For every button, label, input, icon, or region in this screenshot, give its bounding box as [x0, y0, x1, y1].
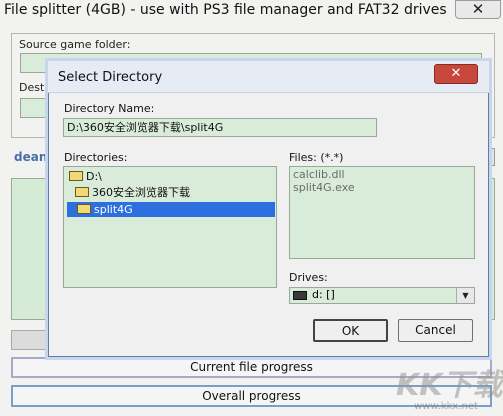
drives-label: Drives:: [289, 271, 328, 284]
window-close-button[interactable]: ✕: [455, 0, 501, 19]
files-label: Files: (*.*): [289, 151, 344, 164]
destination-input[interactable]: [20, 98, 50, 118]
directory-item-split4g[interactable]: split4G: [67, 202, 275, 217]
directory-item-downloads[interactable]: 360安全浏览器下载: [75, 185, 190, 200]
log-area: [11, 178, 51, 320]
directory-name-input[interactable]: D:\360安全浏览器下载\split4G: [63, 118, 377, 137]
window-title: File splitter (4GB) - use with PS3 file …: [4, 2, 447, 18]
watermark-logo: KK下载: [396, 368, 503, 403]
open-folder-icon: [75, 187, 89, 197]
dialog-close-button[interactable]: ✕: [434, 64, 478, 84]
drive-value: d: []: [312, 288, 335, 301]
dialog-title: Select Directory: [58, 70, 163, 85]
directory-item-d[interactable]: D:\: [69, 169, 102, 184]
cancel-button[interactable]: Cancel: [398, 319, 473, 342]
file-item[interactable]: calclib.dll: [293, 168, 345, 181]
directories-label: Directories:: [64, 151, 128, 164]
chevron-down-icon[interactable]: ▼: [456, 288, 474, 303]
progress-stub: [11, 330, 51, 350]
file-item[interactable]: split4G.exe: [293, 181, 355, 194]
open-folder-icon: [69, 171, 83, 181]
open-folder-icon: [77, 204, 91, 214]
watermark-url: www.kkx.net: [414, 401, 478, 412]
drive-icon: [293, 291, 307, 300]
ok-button[interactable]: OK: [313, 319, 388, 342]
directory-name-label: Directory Name:: [64, 102, 155, 115]
source-folder-label: Source game folder:: [19, 38, 131, 51]
